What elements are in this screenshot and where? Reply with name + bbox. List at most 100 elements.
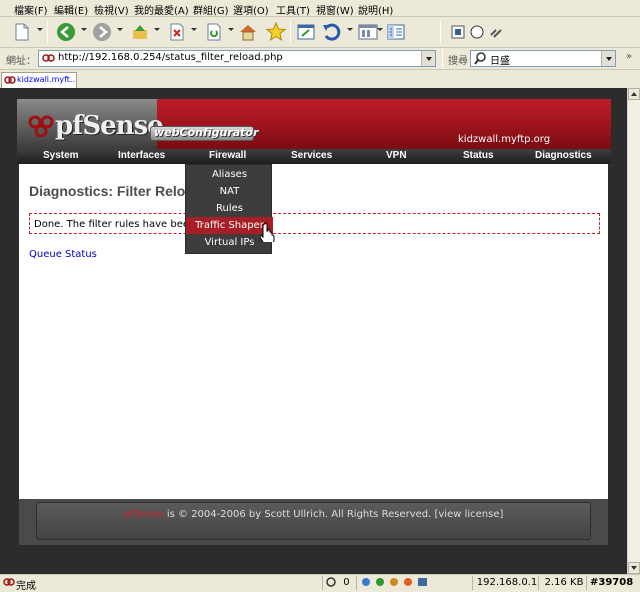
menu-tools[interactable]: 工具(T) [276, 2, 310, 17]
refresh-icon [207, 23, 221, 41]
footer-brand[interactable]: pfSense [124, 509, 164, 520]
new-page-button[interactable] [10, 21, 34, 43]
tab-favicon-icon [4, 76, 16, 84]
search-value: 日盛 [490, 56, 510, 67]
pfsense-logo-icon [28, 115, 54, 137]
nav-firewall[interactable]: Firewall [209, 150, 246, 161]
link-button[interactable] [484, 21, 508, 43]
menu-item-nat[interactable]: NAT [186, 183, 273, 200]
screen-icon [418, 578, 427, 586]
address-label: 網址： [6, 56, 36, 67]
scroll-up-button[interactable] [628, 88, 640, 100]
compass-icon [470, 25, 484, 39]
page-info-icon [451, 25, 465, 39]
undo-icon [323, 23, 341, 41]
info-message-box: Done. The filter rules have been reloade… [29, 213, 600, 234]
open-window-button[interactable] [294, 21, 318, 43]
search-icon [474, 52, 486, 65]
vertical-scrollbar[interactable] [627, 88, 640, 574]
window-icon [297, 24, 315, 40]
toolbar-separator [290, 21, 291, 43]
hand-cursor-icon [260, 222, 275, 242]
page-title: Diagnostics: Filter Reload [29, 183, 202, 199]
layout-button[interactable] [356, 21, 380, 43]
stop-dropdown-icon[interactable] [191, 28, 197, 31]
scroll-down-button[interactable] [628, 562, 640, 574]
toolbar [0, 17, 640, 48]
menu-window[interactable]: 視窗(W) [316, 2, 354, 17]
nav-vpn[interactable]: VPN [386, 150, 407, 161]
address-url: http://192.168.0.254/status_filter_reloa… [58, 52, 283, 63]
address-bar: 網址： http://192.168.0.254/status_filter_r… [0, 48, 640, 70]
menu-options[interactable]: 選項(O) [233, 2, 269, 17]
undo-dropdown-icon[interactable] [347, 28, 353, 31]
menu-bar: 檔案(F) 編輯(E) 檢視(V) 我的最愛(A) 群組(G) 選項(O) 工具… [0, 0, 640, 17]
toolbar-separator [440, 21, 441, 43]
download-icon [390, 578, 398, 586]
nav-interfaces[interactable]: Interfaces [118, 150, 165, 161]
logo-text: pfSense [55, 111, 164, 141]
tile-windows-icon [358, 24, 378, 40]
nav-services[interactable]: Services [291, 150, 332, 161]
search-dropdown-button[interactable] [601, 51, 615, 66]
new-page-icon [15, 23, 29, 41]
status-bar: 完成 0 192.168.0.1 2.16 KB #39708 [0, 574, 640, 592]
menu-item-aliases[interactable]: Aliases [186, 166, 273, 183]
menu-groups[interactable]: 群組(G) [193, 2, 229, 17]
chevron-down-icon [605, 56, 612, 61]
up-dropdown-icon[interactable] [154, 28, 160, 31]
stop-button[interactable] [165, 21, 189, 43]
tab-strip: kidzwall.myft... [0, 71, 640, 88]
tab-kidzwall[interactable]: kidzwall.myft... [1, 72, 77, 88]
hostname: kidzwall.myftp.org [458, 134, 551, 145]
status-ip: 192.168.0.1 [472, 576, 538, 590]
back-arrow-icon [57, 23, 75, 41]
back-button[interactable] [54, 21, 78, 43]
star-icon [266, 22, 286, 42]
address-input[interactable]: http://192.168.0.254/status_filter_reloa… [38, 50, 436, 67]
home-button[interactable] [236, 21, 260, 43]
refresh-button[interactable] [202, 21, 226, 43]
menu-item-rules[interactable]: Rules [186, 200, 273, 217]
popup-blocker-cell[interactable]: 0 [322, 576, 356, 590]
toolbar-separator [442, 49, 443, 68]
footer-panel [36, 502, 591, 540]
up-button[interactable] [128, 21, 152, 43]
nav-system[interactable]: System [43, 150, 79, 161]
forward-arrow-icon [93, 23, 111, 41]
popup-blocked-icon [326, 577, 336, 587]
menu-help[interactable]: 說明(H) [358, 2, 393, 17]
footer-copyright: is © 2004-2006 by Scott Ullrich. All Rig… [163, 509, 504, 520]
forward-button[interactable] [90, 21, 114, 43]
menu-file[interactable]: 檔案(F) [14, 2, 48, 17]
undo-button[interactable] [320, 21, 344, 43]
menu-view[interactable]: 檢視(V) [94, 2, 129, 17]
layout-dropdown-icon[interactable] [377, 28, 383, 31]
footer-text: pfSense is © 2004-2006 by Scott Ullrich.… [0, 509, 627, 520]
home-icon [240, 25, 256, 41]
forward-dropdown-icon[interactable] [117, 28, 123, 31]
search-input[interactable]: 日盛 [470, 50, 616, 67]
search-label: 搜尋 [448, 56, 468, 67]
chevron-down-icon [425, 56, 432, 61]
sync-icon [376, 578, 384, 586]
site-icon [42, 54, 55, 62]
stop-icon [170, 23, 184, 41]
toolbar-overflow-icon[interactable]: » [626, 51, 632, 62]
toolbar-separator [47, 21, 48, 43]
network-icon [362, 578, 370, 586]
menu-edit[interactable]: 編輯(E) [54, 2, 88, 17]
address-dropdown-button[interactable] [421, 51, 435, 66]
back-dropdown-icon[interactable] [81, 28, 87, 31]
nav-diagnostics[interactable]: Diagnostics [535, 150, 592, 161]
nav-status[interactable]: Status [463, 150, 494, 161]
refresh-dropdown-icon[interactable] [228, 28, 234, 31]
sidebar-button[interactable] [384, 21, 408, 43]
firewall-dropdown-menu: Aliases NAT Rules Traffic Shaper Virtual… [185, 164, 273, 254]
menu-favorites[interactable]: 我的最愛(A) [134, 2, 189, 17]
favorites-button[interactable] [264, 21, 288, 43]
new-page-dropdown-icon[interactable] [37, 28, 43, 31]
queue-status-link[interactable]: Queue Status [29, 249, 97, 260]
main-nav: System Interfaces Firewall Services VPN … [17, 149, 611, 164]
sidebar-icon [387, 24, 405, 40]
